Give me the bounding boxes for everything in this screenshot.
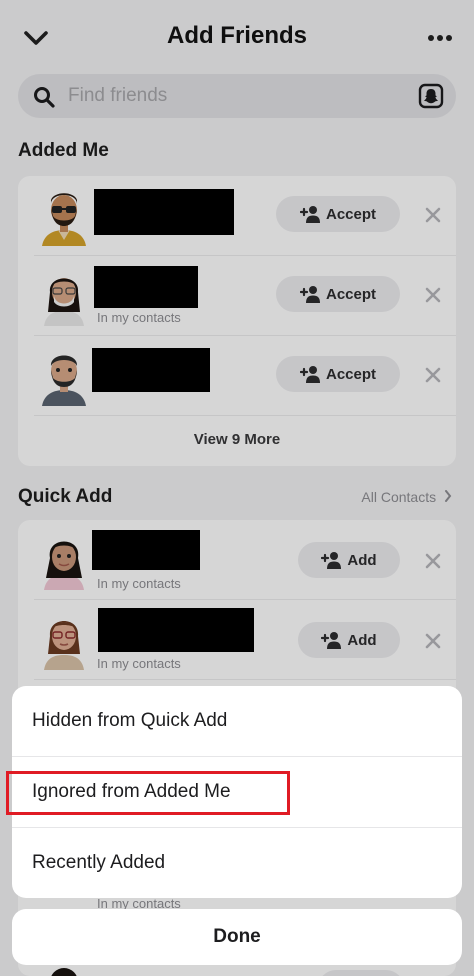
highlight-box bbox=[6, 771, 290, 815]
add-friends-screen: Add Friends Added Me bbox=[0, 0, 474, 976]
recently-added-option[interactable]: Recently Added bbox=[12, 828, 462, 898]
done-button[interactable]: Done bbox=[12, 909, 462, 965]
hidden-from-quick-add-option[interactable]: Hidden from Quick Add bbox=[12, 686, 462, 756]
